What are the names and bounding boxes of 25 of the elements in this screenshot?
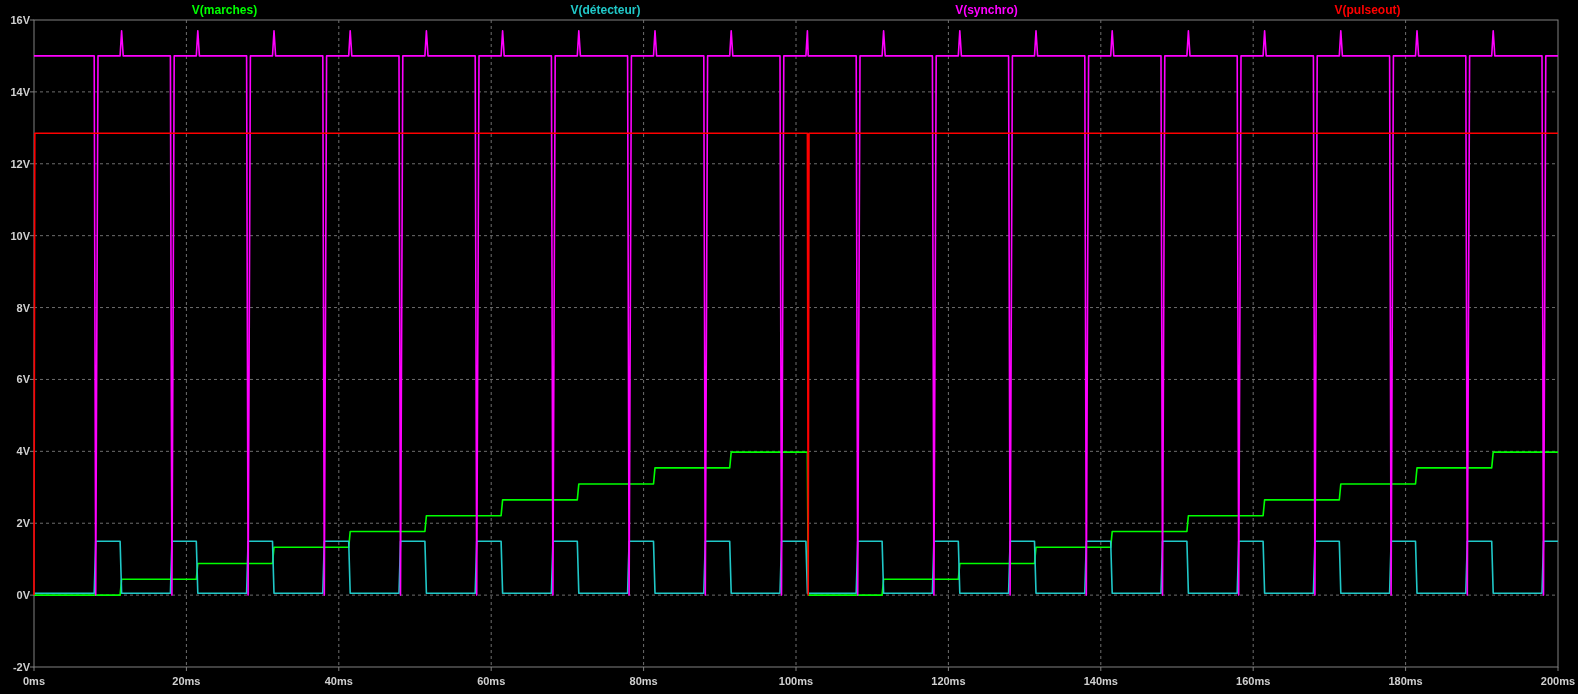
- axis-tick-label: 100ms: [778, 675, 814, 687]
- axis-tick-label: 160ms: [1236, 675, 1271, 687]
- axis-tick-label: 40ms: [324, 675, 353, 687]
- axis-tick-label: -2V: [12, 661, 30, 673]
- legend-label: V(pulseout): [1334, 3, 1401, 17]
- axis-tick-label: 2V: [16, 517, 30, 530]
- axis-tick-label: 20ms: [172, 675, 201, 687]
- legend-label: V(détecteur): [570, 3, 641, 17]
- axis-tick-label: 12V: [10, 157, 30, 170]
- axis-tick-label: 80ms: [629, 675, 658, 687]
- axis-tick-label: 14V: [10, 85, 30, 98]
- legend-label: V(synchro): [955, 3, 1018, 17]
- axis-tick-label: 0V: [16, 589, 30, 602]
- axis-tick-label: 200ms: [1540, 675, 1576, 687]
- axis-tick-label: 120ms: [931, 675, 966, 687]
- axis-tick-label: 60ms: [477, 675, 506, 687]
- axis-tick-label: 10V: [10, 229, 30, 242]
- axis-tick-label: 8V: [16, 301, 30, 314]
- axis-tick-label: 6V: [16, 373, 30, 386]
- axis-tick-label: 16V: [10, 14, 30, 26]
- legend-label: V(marches): [191, 3, 258, 17]
- axis-tick-label: 4V: [16, 445, 30, 458]
- axis-tick-label: 140ms: [1083, 675, 1118, 687]
- axis-tick-label: 180ms: [1388, 675, 1423, 687]
- axis-tick-label: 0ms: [23, 675, 45, 687]
